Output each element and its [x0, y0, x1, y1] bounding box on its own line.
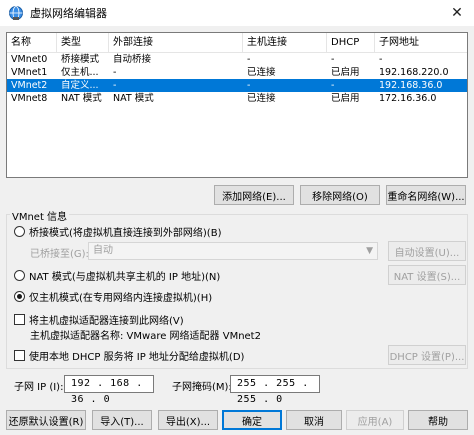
cell-type: 自定义... [61, 80, 99, 91]
restore-defaults-button[interactable]: 还原默认设置(R) [6, 410, 86, 430]
dhcp-checkbox[interactable]: 使用本地 DHCP 服务将 IP 地址分配给虚拟机(D) [14, 348, 244, 363]
chevron-down-icon: ▼ [366, 246, 373, 256]
cell-type: 桥接模式 [61, 54, 100, 65]
checkbox-box[interactable] [14, 314, 25, 325]
adapter-name-text: 主机虚拟适配器名称: VMware 网络适配器 VMnet2 [30, 331, 261, 342]
auto-settings-button[interactable]: 自动设置(U)... [388, 241, 466, 261]
table-row[interactable]: VMnet8 NAT 模式 NAT 模式 已连接 已启用 172.16.36.0 [7, 92, 467, 105]
subnet-mask-label: 子网掩码(M): [172, 382, 232, 393]
column-header-dhcp[interactable]: DHCP [327, 33, 375, 53]
remove-network-button[interactable]: 移除网络(O) [300, 185, 380, 205]
cell-subnet: - [379, 54, 383, 65]
cell-host: - [247, 54, 251, 65]
import-button[interactable]: 导入(T)... [92, 410, 152, 430]
cell-external: - [113, 80, 117, 91]
rename-network-button[interactable]: 重命名网络(W)... [386, 185, 466, 205]
add-network-button[interactable]: 添加网络(E)... [214, 185, 294, 205]
vmnet-info-label: VMnet 信息 [10, 208, 70, 223]
column-header-external[interactable]: 外部连接 [109, 33, 243, 53]
hostonly-mode-label: 仅主机模式(在专用网络内连接虚拟机)(H) [29, 293, 213, 304]
radio-indicator[interactable] [14, 270, 25, 281]
subnet-ip-input[interactable]: 192 . 168 . 36 . 0 [64, 375, 154, 405]
connect-adapter-label: 将主机虚拟适配器连接到此网络(V) [29, 316, 184, 327]
nat-mode-radio[interactable]: NAT 模式(与虚拟机共享主机的 IP 地址)(N) [14, 268, 220, 283]
cell-name: VMnet0 [11, 54, 48, 65]
table-row[interactable]: VMnet2 自定义... - - - 192.168.36.0 [7, 79, 467, 92]
checkbox-box[interactable] [14, 350, 25, 361]
network-editor-icon [9, 6, 23, 20]
dhcp-settings-button[interactable]: DHCP 设置(P)... [388, 345, 466, 365]
title-bar: 虚拟网络编辑器 ✕ [0, 0, 474, 26]
window-title: 虚拟网络编辑器 [30, 7, 107, 20]
cell-dhcp: - [331, 54, 335, 65]
nat-settings-button[interactable]: NAT 设置(S)... [388, 265, 466, 285]
export-button[interactable]: 导出(X)... [158, 410, 218, 430]
cell-dhcp: 已启用 [331, 67, 360, 78]
cell-host: 已连接 [247, 93, 276, 104]
cell-subnet: 172.16.36.0 [379, 93, 437, 104]
cell-name: VMnet2 [11, 80, 48, 91]
table-row[interactable]: VMnet0 桥接模式 自动桥接 - - - [7, 53, 467, 66]
apply-button[interactable]: 应用(A) [346, 410, 404, 430]
cell-external: 自动桥接 [113, 54, 152, 65]
table-row[interactable]: VMnet1 仅主机... - 已连接 已启用 192.168.220.0 [7, 66, 467, 79]
cell-external: NAT 模式 [113, 93, 154, 104]
ok-button[interactable]: 确定 [222, 410, 282, 430]
column-header-host[interactable]: 主机连接 [243, 33, 327, 53]
list-header: 名称 类型 外部连接 主机连接 DHCP 子网地址 [7, 33, 467, 53]
cell-host: 已连接 [247, 67, 276, 78]
bridge-mode-label: 桥接模式(将虚拟机直接连接到外部网络)(B) [29, 228, 222, 239]
bridged-to-select[interactable]: 自动 ▼ [88, 242, 378, 260]
cell-external: - [113, 67, 117, 78]
bridged-to-label: 已桥接至(G): [30, 249, 89, 260]
nat-mode-label: NAT 模式(与虚拟机共享主机的 IP 地址)(N) [29, 272, 221, 283]
column-header-name[interactable]: 名称 [7, 33, 57, 53]
cancel-button[interactable]: 取消 [286, 410, 342, 430]
cell-subnet: 192.168.36.0 [379, 80, 443, 91]
dhcp-label: 使用本地 DHCP 服务将 IP 地址分配给虚拟机(D) [29, 352, 245, 363]
hostonly-mode-radio[interactable]: 仅主机模式(在专用网络内连接虚拟机)(H) [14, 289, 212, 304]
connect-adapter-checkbox[interactable]: 将主机虚拟适配器连接到此网络(V) [14, 312, 184, 327]
cell-dhcp: - [331, 80, 335, 91]
close-icon[interactable]: ✕ [440, 0, 474, 26]
cell-subnet: 192.168.220.0 [379, 67, 449, 78]
cell-name: VMnet8 [11, 93, 48, 104]
help-button[interactable]: 帮助 [408, 410, 468, 430]
radio-indicator[interactable] [14, 226, 25, 237]
cell-type: NAT 模式 [61, 93, 102, 104]
cell-dhcp: 已启用 [331, 93, 360, 104]
column-header-type[interactable]: 类型 [57, 33, 109, 53]
bridged-to-value: 自动 [93, 245, 113, 256]
cell-host: - [247, 80, 251, 91]
network-list[interactable]: 名称 类型 外部连接 主机连接 DHCP 子网地址 VMnet0 桥接模式 自动桥接… [6, 32, 468, 178]
subnet-ip-label: 子网 IP (I): [14, 382, 64, 393]
cell-type: 仅主机... [61, 67, 99, 78]
subnet-mask-input[interactable]: 255 . 255 . 255 . 0 [230, 375, 320, 405]
column-header-subnet[interactable]: 子网地址 [375, 33, 467, 53]
cell-name: VMnet1 [11, 67, 48, 78]
bridge-mode-radio[interactable]: 桥接模式(将虚拟机直接连接到外部网络)(B) [14, 224, 221, 239]
radio-indicator[interactable] [14, 291, 25, 302]
